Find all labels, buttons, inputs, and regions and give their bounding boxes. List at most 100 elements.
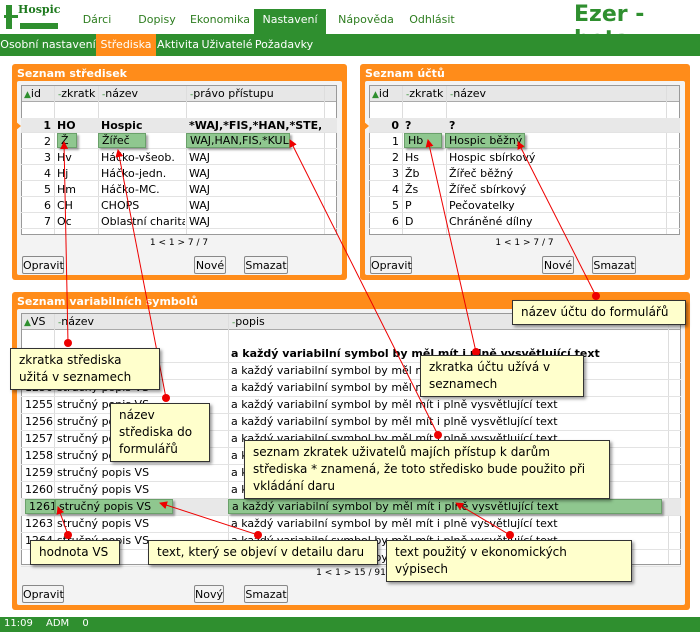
- table-row[interactable]: 5 P Pečovatelky: [369, 198, 680, 213]
- cell-nazev: stručný popis VS: [57, 483, 150, 496]
- col-id[interactable]: ▲id: [24, 87, 41, 100]
- cell-zkratka: Hj: [57, 167, 69, 180]
- col-pravo[interactable]: -právo přístupu: [190, 87, 274, 100]
- submenu-pozadavky[interactable]: Požadavky: [254, 34, 314, 56]
- cell-nazev: Hospic sbírkový: [449, 151, 536, 164]
- submenu-aktivita[interactable]: Aktivita: [156, 34, 200, 56]
- cell-zkratka: Hv: [57, 151, 72, 164]
- ucty-pager[interactable]: 1 < 1 > 7 / 7: [369, 238, 680, 248]
- col-zkratka[interactable]: -zkratk: [406, 87, 443, 100]
- highlight-zkratka: Hb: [404, 133, 442, 148]
- menu-dopisy[interactable]: Dopisy: [128, 9, 186, 34]
- table-row[interactable]: 3 Hv Háčko-všeob. WAJ: [21, 150, 337, 165]
- callout-hodnota-vs: hodnota VS: [30, 540, 120, 565]
- submenu-osobni-nastaveni[interactable]: Osobní nastavení: [0, 34, 96, 56]
- novy-button[interactable]: Nový: [194, 585, 224, 603]
- table-row[interactable]: 4 Hj Háčko-jedn. WAJ: [21, 166, 337, 181]
- table-row[interactable]: 1263 stručný popis VS a každý variabilní s…: [21, 516, 681, 533]
- cell-pravo: WAJ: [189, 167, 211, 180]
- cell-pravo: WAJ: [189, 215, 211, 228]
- table-row[interactable]: 1 HO Hospic *WAJ,*FIS,*HAN,*STE,*SMI: [21, 118, 337, 133]
- smazat-button[interactable]: Smazat: [244, 585, 288, 603]
- cell-nazev: Hospic: [101, 119, 143, 132]
- submenu-bar: Osobní nastavení Střediska Aktivita Uživ…: [0, 34, 700, 56]
- app-logo: Hospic: [4, 3, 61, 31]
- logo-text: Hospic: [18, 3, 61, 16]
- cell-nazev: stručný popis VS: [57, 466, 150, 479]
- cell-nazev: Žířeč sbírkový: [449, 183, 527, 196]
- cell-vs: 1257: [25, 432, 53, 445]
- callout-text-detail-daru: text, který se objeví v detailu daru: [148, 540, 378, 565]
- cell-nazev: Háčko-jedn.: [101, 167, 167, 180]
- nove-button[interactable]: Nové: [194, 256, 226, 274]
- cell-pravo: WAJ: [189, 183, 211, 196]
- table-row[interactable]: 3 Žb Žířeč běžný: [369, 166, 680, 181]
- callout-ekonomicke-vypisy: text použitý v ekonomických výpisech: [386, 540, 632, 582]
- status-count: 0: [82, 618, 89, 629]
- opravit-button[interactable]: Opravit: [22, 256, 64, 274]
- menu-napoveda[interactable]: Nápověda: [334, 9, 398, 34]
- cell-vs: 1258: [25, 449, 53, 462]
- cell-id: 6: [44, 199, 51, 212]
- status-bar: 11:09 ADM 0: [0, 617, 700, 632]
- highlight-nazev: Hospic běžný: [445, 133, 525, 148]
- cell-vs: 1259: [25, 466, 53, 479]
- callout-nazev-uctu: název účtu do formulářů: [512, 300, 686, 325]
- submenu-uzivatele[interactable]: Uživatelé: [200, 34, 254, 56]
- col-nazev[interactable]: -název: [58, 315, 94, 328]
- cell-zkratka: CH: [57, 199, 73, 212]
- col-popis[interactable]: -popis: [232, 315, 265, 328]
- menu-ekonomika[interactable]: Ekonomika: [186, 9, 254, 34]
- menu-darci[interactable]: Dárci: [66, 9, 128, 34]
- cell-id: 0: [391, 119, 399, 132]
- col-nazev[interactable]: -název: [450, 87, 486, 100]
- strediska-pager[interactable]: 1 < 1 > 7 / 7: [21, 238, 337, 248]
- opravit-button[interactable]: Opravit: [22, 585, 64, 603]
- highlight-popis: a každý variabilní symbol by měl mít i p…: [228, 499, 662, 514]
- cell-id: 5: [392, 199, 399, 212]
- cell-nazev: CHOPS: [101, 199, 140, 212]
- table-row[interactable]: 7 Oc Oblastní charita WAJ: [21, 214, 337, 229]
- cell-nazev: stručný popis VS: [57, 517, 150, 530]
- cell-vs: 1263: [25, 517, 53, 530]
- cell-nazev: ?: [449, 119, 456, 132]
- menu-nastaveni[interactable]: Nastavení: [254, 9, 326, 34]
- cell-zkratka: Oc: [57, 215, 72, 228]
- submenu-strediska[interactable]: Střediska: [96, 34, 156, 56]
- cell-nazev: Oblastní charita: [101, 215, 185, 228]
- cell-pravo: WAJ: [189, 151, 211, 164]
- table-row[interactable]: 6 CH CHOPS WAJ: [21, 198, 337, 213]
- menu-odhlasit[interactable]: Odhlásit: [402, 9, 462, 34]
- table-row[interactable]: 0??: [369, 118, 680, 133]
- cell-id: 2: [44, 135, 51, 148]
- opravit-button[interactable]: Opravit: [370, 256, 412, 274]
- cell-pravo: WAJ: [189, 199, 211, 212]
- cell-vs: 1256: [25, 415, 53, 428]
- cell-vs: 1255: [25, 398, 53, 411]
- cell-id: 3: [44, 151, 51, 164]
- highlight-nazev: Žířeč: [98, 133, 146, 148]
- smazat-button[interactable]: Smazat: [592, 256, 636, 274]
- row-pointer-icon: [363, 121, 369, 131]
- cell-zkratka: D: [405, 215, 414, 228]
- col-nazev[interactable]: -název: [102, 87, 138, 100]
- col-vs[interactable]: ▲VS: [24, 315, 45, 328]
- table-row[interactable]: 2 Hs Hospic sbírkový: [369, 150, 680, 165]
- col-id[interactable]: ▲id: [372, 87, 389, 100]
- table-row[interactable]: 6 D Chráněné dílny: [369, 214, 680, 229]
- cell-vs: 1260: [25, 483, 53, 496]
- table-row[interactable]: 5 Hm Háčko-MC. WAJ: [21, 182, 337, 197]
- cell-nazev: Háčko-všeob.: [101, 151, 175, 164]
- smazat-button[interactable]: Smazat: [244, 256, 288, 274]
- highlight-zkratka: Ž: [57, 133, 77, 148]
- col-zkratka[interactable]: -zkratk: [58, 87, 95, 100]
- status-time: 11:09: [4, 618, 33, 629]
- table-row[interactable]: 4 Žs Žířeč sbírkový: [369, 182, 680, 197]
- cell-popis: a každý variabilní symbol by měl mít i p…: [231, 398, 558, 411]
- callout-zkratka-uctu: zkratka účtu užívá v seznamech: [420, 355, 584, 397]
- callout-seznam-zkratek: seznam zkratek uživatelů majích přístup …: [244, 440, 610, 499]
- cell-zkratka: HO: [57, 119, 76, 132]
- nove-button[interactable]: Nové: [542, 256, 574, 274]
- cell-popis: a každý variabilní symbol by měl mít i p…: [231, 415, 558, 428]
- callout-zkratka-strediska: zkratka střediska užitá v seznamech: [10, 348, 160, 390]
